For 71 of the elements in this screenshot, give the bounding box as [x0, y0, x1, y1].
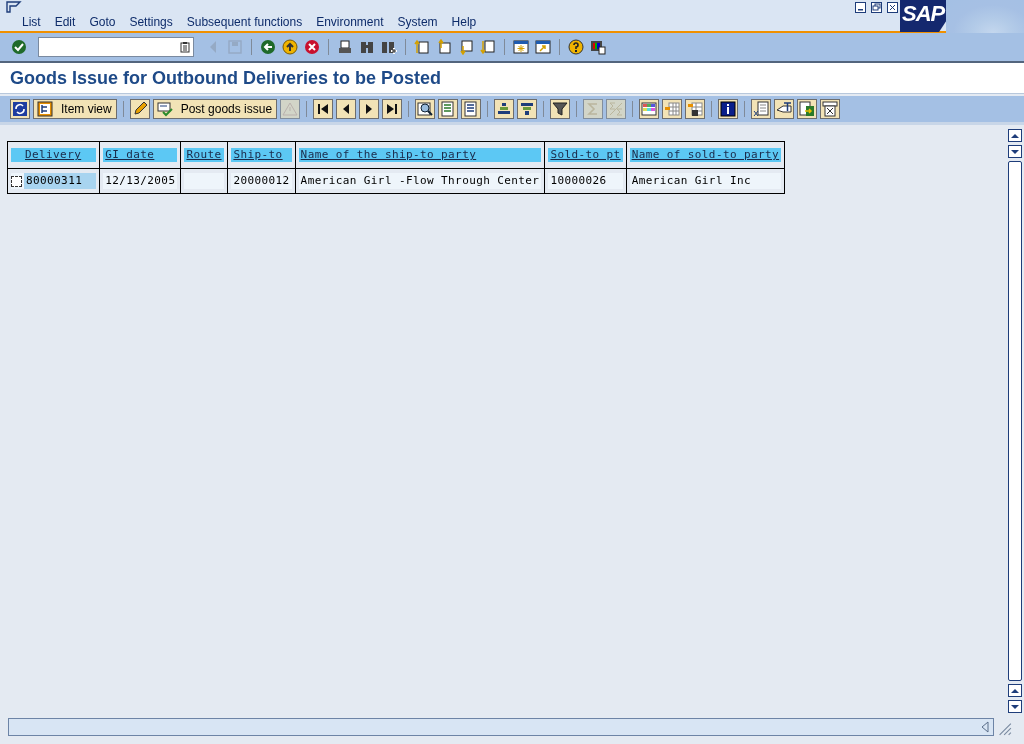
minimize-icon[interactable] [855, 2, 866, 13]
last-page-icon[interactable] [479, 38, 497, 56]
command-field[interactable] [38, 37, 194, 57]
table-cell-text: 12/13/2005 [104, 173, 177, 189]
item-view-icon [37, 101, 53, 117]
close-icon[interactable] [887, 2, 898, 13]
table-cell-text: American Girl Inc [630, 173, 752, 189]
scroll-up-icon[interactable] [1008, 129, 1022, 142]
screen-title: Goods Issue for Outbound Deliveries to be Posted [10, 67, 442, 89]
menu-item[interactable]: List [22, 15, 41, 29]
table-cell-text: 10000026 [549, 173, 608, 189]
filter-icon[interactable] [550, 99, 571, 119]
exit-icon[interactable] [281, 38, 299, 56]
toolbar-button[interactable]: Post goods issue [152, 99, 278, 119]
menu-item[interactable]: Goto [89, 15, 116, 29]
collapse-triangle-icon[interactable] [981, 721, 989, 733]
first-icon[interactable] [313, 99, 334, 119]
restore-icon[interactable] [871, 2, 882, 13]
menu-item[interactable]: Edit [54, 15, 76, 29]
pencil-icon[interactable] [129, 99, 150, 119]
column-header[interactable]: Name of sold-to party [629, 148, 782, 162]
clipboard-icon[interactable] [180, 41, 190, 53]
last-icon[interactable] [382, 99, 403, 119]
toolbar-button[interactable]: Item view [33, 99, 117, 119]
delivery-link[interactable]: 80000311 [24, 173, 97, 189]
column-header[interactable]: Route [184, 148, 225, 162]
window-menu-icon[interactable] [6, 1, 22, 13]
color-grid-icon[interactable] [639, 99, 660, 119]
menu-item[interactable]: Settings [129, 15, 173, 29]
cancel-icon[interactable] [303, 38, 321, 56]
checklist-icon [156, 101, 173, 117]
monitor-icon[interactable] [589, 38, 607, 56]
inverted-pyramid-icon[interactable] [517, 99, 538, 119]
back-icon[interactable] [259, 38, 277, 56]
scroll-down-icon[interactable] [1008, 700, 1022, 713]
form-icon[interactable] [820, 99, 841, 119]
vertical-scrollbar[interactable] [1008, 129, 1022, 713]
refresh-icon[interactable] [10, 99, 30, 119]
table-cell-text: American Girl -Flow Through Center [299, 173, 541, 189]
magnifier-icon[interactable] [415, 99, 436, 119]
shortcut-icon[interactable] [534, 38, 552, 56]
previous-page-icon[interactable] [435, 38, 453, 56]
column-header[interactable]: Ship-to [231, 148, 292, 162]
checkmark-icon[interactable] [10, 38, 28, 56]
list-icon[interactable] [461, 99, 482, 119]
scroll-down-icon[interactable] [1008, 145, 1022, 158]
previous-icon[interactable] [336, 99, 357, 119]
next-page-icon[interactable] [457, 38, 475, 56]
information-icon[interactable] [718, 99, 739, 119]
spreadsheet-export-icon[interactable] [751, 99, 772, 119]
scroll-up-icon[interactable] [1008, 684, 1022, 697]
row-checkbox[interactable] [11, 175, 22, 187]
list-icon[interactable] [438, 99, 459, 119]
column-header[interactable]: Sold-to pt [548, 148, 623, 162]
grid-save-icon[interactable] [685, 99, 706, 119]
menu-item[interactable]: System [397, 15, 438, 29]
new-session-icon[interactable] [512, 38, 530, 56]
table-cell-text: 20000012 [232, 173, 291, 189]
help-icon[interactable] [567, 38, 585, 56]
column-header[interactable]: GI date [103, 148, 178, 162]
column-header[interactable]: Name of the ship-to party [298, 148, 542, 162]
column-header[interactable]: Delivery [11, 148, 97, 162]
pyramid-icon[interactable] [494, 99, 515, 119]
menu-item[interactable]: Environment [316, 15, 384, 29]
print-icon[interactable] [336, 38, 354, 56]
next-icon[interactable] [359, 99, 380, 119]
grid-icon[interactable] [662, 99, 683, 119]
first-page-icon[interactable] [413, 38, 431, 56]
menu-item[interactable]: Help [451, 15, 477, 29]
text-export-icon[interactable] [774, 99, 795, 119]
menu-item[interactable]: Subsequent functions [186, 15, 303, 29]
